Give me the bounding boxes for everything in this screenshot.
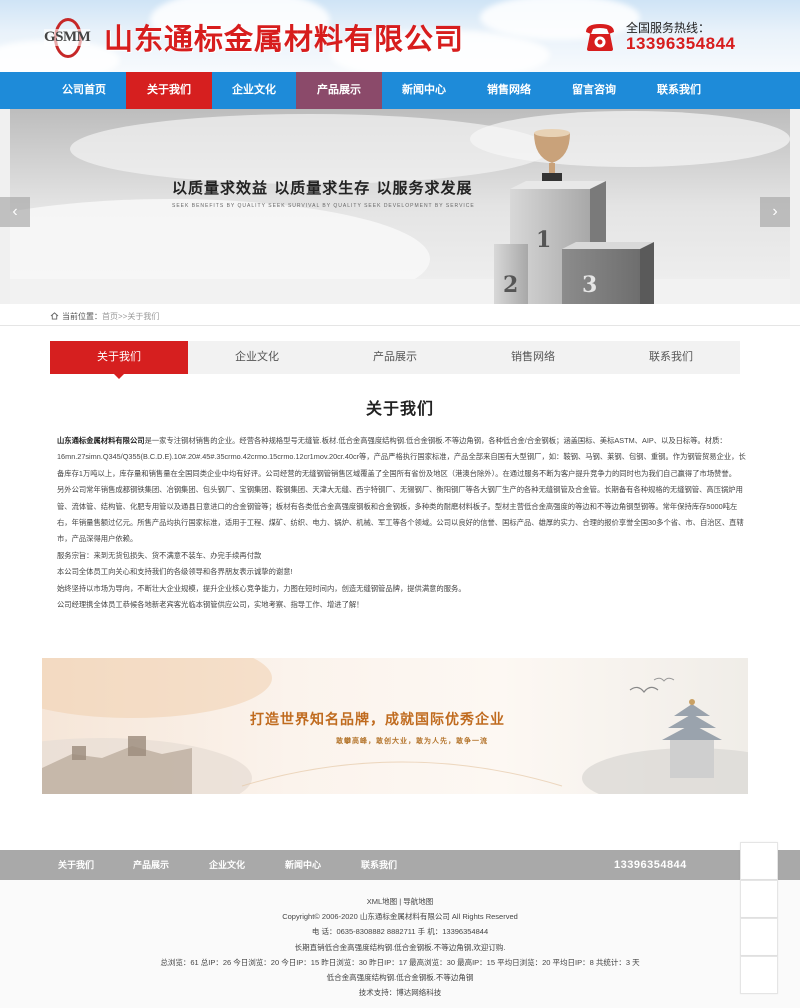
site-header: GSMM 山东通标金属材料有限公司 全国服务热线： 13396354844 — [0, 0, 800, 72]
tab-about[interactable]: 关于我们 — [50, 341, 188, 379]
article-paragraph: 公司经理携全体员工恭候各地新老宾客光临本钢管供应公司，实地考察、指导工作、增进了… — [57, 600, 364, 610]
banner-subtitle: SEEK BENEFITS BY QUALITY SEEK SURVIVAL B… — [172, 203, 475, 209]
breadcrumb-label: 当前位置： — [62, 312, 102, 321]
footer-slogan: 长期直销低合金高强度结构钢.低合金钢板.不等边角钢,欢迎订购. — [294, 942, 506, 952]
company-name: 山东通标金属材料有限公司 — [104, 22, 465, 56]
promo-title: 打造世界知名品牌，成就国际优秀企业 — [250, 712, 505, 728]
tech-support: 技术支持：博达网络科技 — [358, 988, 442, 998]
nav-item-message[interactable]: 留言咨询 — [551, 72, 637, 109]
breadcrumb: 当前位置：首页>>关于我们 — [50, 311, 159, 322]
footer-nav-products[interactable]: 产品展示 — [133, 850, 169, 880]
footer-nav-about[interactable]: 关于我们 — [58, 850, 94, 880]
footer-phone: 13396354844 — [614, 859, 687, 871]
chevron-right-icon: › — [772, 203, 778, 220]
nav-item-home[interactable]: 公司首页 — [41, 72, 127, 109]
footer-links-row: XML地图 | 导航地图 — [0, 894, 800, 909]
banner-slogan: 以质量求效益 以质量求生存 以服务求发展 — [172, 179, 473, 197]
phone-icon — [586, 24, 614, 51]
about-article: 山东通标金属材料有限公司是一家专注钢材销售的企业。经营各种规格型号无缝管.板材.… — [42, 433, 749, 613]
article-paragraph: 始终坚持以市场为导向，不断壮大企业规模，提升企业核心竞争能力，力图在短时间内，创… — [57, 583, 466, 593]
nav-item-about[interactable]: 关于我们 — [126, 72, 212, 109]
tab-culture[interactable]: 企业文化 — [188, 341, 326, 374]
divider — [0, 325, 800, 326]
logo-text: GSMM — [44, 29, 91, 46]
page-title: 关于我们 — [365, 401, 434, 418]
promo-subtitle: 敢攀高峰，敢创大业，敢为人先，敢争一流 — [336, 736, 488, 745]
nav-item-news[interactable]: 新闻中心 — [381, 72, 467, 109]
nav-item-contact[interactable]: 联系我们 — [636, 72, 722, 109]
banner-next-button[interactable]: › — [760, 197, 790, 227]
banner-prev-button[interactable]: ‹ — [0, 197, 30, 227]
nav-item-culture[interactable]: 企业文化 — [211, 72, 297, 109]
hero-banner: 1 2 3 以质量求效益 以质量求生存 以服务求发展 SEEK BENEFITS… — [10, 109, 790, 304]
float-button-4[interactable] — [740, 956, 778, 994]
copyright-text: Copyright© 2006-2020 山东通标金属材料有限公司 All Ri… — [282, 912, 518, 922]
contact-text: 电 话：0635-8308882 8882711 手 机：13396354844 — [311, 927, 489, 937]
hotline-number: 13396354844 — [626, 34, 736, 53]
podium-number-1: 1 — [536, 227, 552, 253]
nav-item-network[interactable]: 销售网络 — [466, 72, 552, 109]
footer-nav-culture[interactable]: 企业文化 — [209, 850, 245, 880]
tab-products[interactable]: 产品展示 — [326, 341, 464, 374]
float-button-1[interactable] — [740, 842, 778, 880]
nav-sitemap-link[interactable]: 导航地图 — [403, 897, 433, 906]
podium-number-3: 3 — [582, 272, 598, 298]
article-paragraph: 服务宗旨：来到无货包损失、货不满意不装车、办完手续再付款 — [57, 550, 262, 560]
article-paragraph: 山东通标金属材料有限公司是一家专注钢材销售的企业。经营各种规格型号无缝管.板材.… — [42, 433, 749, 482]
company-logo[interactable]: GSMM — [44, 18, 91, 58]
breadcrumb-separator: >> — [118, 312, 128, 321]
breadcrumb-home-link[interactable]: 首页 — [102, 312, 118, 321]
footer-nav-news[interactable]: 新闻中心 — [285, 850, 321, 880]
company-name-bold: 山东通标金属材料有限公司 — [57, 436, 145, 445]
chevron-left-icon: ‹ — [12, 203, 18, 220]
footer-keywords: 低合金高强度结构钢.低合金钢板.不等边角钢 — [326, 973, 474, 983]
promo-banner: 打造世界知名品牌，成就国际优秀企业 敢攀高峰，敢创大业，敢为人先，敢争一流 — [42, 658, 748, 794]
floating-toolbar — [740, 842, 778, 994]
tab-network[interactable]: 销售网络 — [464, 341, 602, 374]
breadcrumb-current: 关于我们 — [127, 312, 160, 321]
article-paragraph: 另外公司常年销售成都钢铁集团、冶钢集团、包头钢厂、宝钢集团、鞍钢集团、天津大无缝… — [57, 485, 744, 544]
article-paragraph: 本公司全体员工向关心和支持我们的各级领导和各界朋友表示诚挚的谢意! — [57, 567, 293, 577]
nav-item-products[interactable]: 产品展示 — [296, 72, 382, 109]
float-button-3[interactable] — [740, 918, 778, 956]
article-text: 是一家专注钢材销售的企业。经营各种规格型号无缝管.板材.低合金高强度结构钢.低合… — [57, 436, 746, 478]
sub-tabs: 关于我们 企业文化 产品展示 销售网络 联系我们 — [50, 341, 740, 379]
tab-contact[interactable]: 联系我们 — [602, 341, 740, 374]
site-footer: XML地图 | 导航地图 Copyright© 2006-2020 山东通标金属… — [0, 880, 800, 1008]
podium-number-2: 2 — [503, 272, 519, 298]
footer-nav: 关于我们 产品展示 企业文化 新闻中心 联系我们 13396354844 — [0, 850, 800, 880]
home-icon — [50, 312, 59, 320]
footer-info: XML地图 | 导航地图 Copyright© 2006-2020 山东通标金属… — [0, 894, 800, 1000]
main-nav: 公司首页 关于我们 企业文化 产品展示 新闻中心 销售网络 留言咨询 联系我们 — [0, 72, 800, 109]
xml-sitemap-link[interactable]: XML地图 — [367, 897, 397, 906]
footer-nav-contact[interactable]: 联系我们 — [361, 850, 397, 880]
float-button-2[interactable] — [740, 880, 778, 918]
visit-stats: 总浏览：61 总IP：26 今日浏览：20 今日IP：15 昨日浏览：30 昨日… — [160, 957, 640, 967]
